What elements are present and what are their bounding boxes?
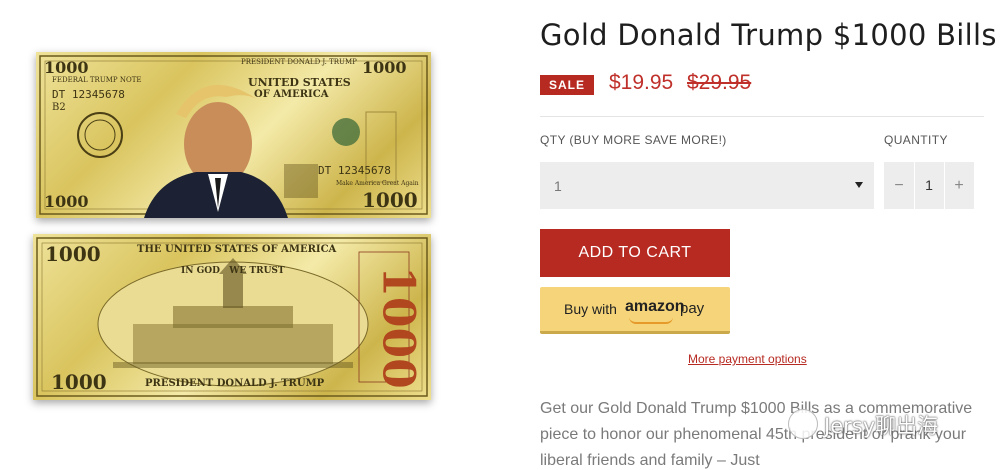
amazon-smile-icon [629,317,673,324]
front-serial-right: DT 12345678 [318,164,391,177]
amazon-pay-buy-text: Buy with [564,301,617,317]
sale-price: $19.95 [609,71,674,94]
front-slogan: Make America Great Again [336,180,419,187]
back-bottom-banner: PRESIDENT DONALD J. TRUMP [145,378,325,389]
sale-badge: SALE [540,75,595,95]
back-corner-denom-bl: 1000 [51,370,107,394]
more-payment-options-link[interactable]: More payment options [688,352,807,366]
quantity-decrement-button[interactable]: − [884,162,914,209]
front-series: B2 [52,102,66,113]
compare-price: $29.95 [687,71,752,94]
wechat-logo-icon [788,409,818,439]
front-serial: DT 12345678 [52,88,125,101]
front-country-line2: OF AMERICA [254,89,329,100]
quantity-input[interactable]: 1 [914,162,944,209]
qty-dropdown[interactable]: 1 [540,162,874,209]
amazon-pay-button[interactable]: Buy with amazon pay [540,287,730,334]
amazon-pay-text: pay [680,300,705,317]
front-corner-denom-br: 1000 [362,188,418,212]
back-motto: IN GOD WE TRUST [181,266,285,276]
qty-select-label: QTY (BUY MORE SAVE MORE!) [540,133,727,147]
caret-down-icon [855,182,863,188]
quantity-label: QUANTITY [884,133,948,147]
watermark-text: Jersy聊出海 [824,414,939,438]
price-divider [540,116,984,117]
front-corner-denom-tr: 1000 [362,58,407,77]
amazon-logo: amazon [625,298,685,315]
quantity-stepper[interactable]: − 1 + [884,162,974,209]
back-corner-denom-tl: 1000 [45,242,101,266]
front-top-banner: PRESIDENT DONALD J. TRUMP [241,58,357,66]
front-corner-denom-bl: 1000 [44,192,89,211]
add-to-cart-button[interactable]: ADD TO CART [540,229,730,277]
back-top-banner: THE UNITED STATES OF AMERICA [137,244,337,255]
bill-back-image[interactable]: 1000 1000 1000 THE UNITED STATES OF AMER… [33,234,431,400]
front-corner-denom: 1000 [44,58,89,77]
product-title: Gold Donald Trump $1000 Bills [540,18,997,52]
back-big-denom: 1000 [372,266,424,389]
front-federal-note: FEDERAL TRUMP NOTE [52,76,142,84]
watermark: Jersy聊出海 [788,405,988,441]
quantity-increment-button[interactable]: + [944,162,974,209]
bill-front-image[interactable]: 1000 1000 1000 1000 PRESIDENT DONALD J. … [36,52,431,218]
qty-dropdown-value: 1 [554,178,562,194]
front-country: UNITED STATES [248,76,351,89]
